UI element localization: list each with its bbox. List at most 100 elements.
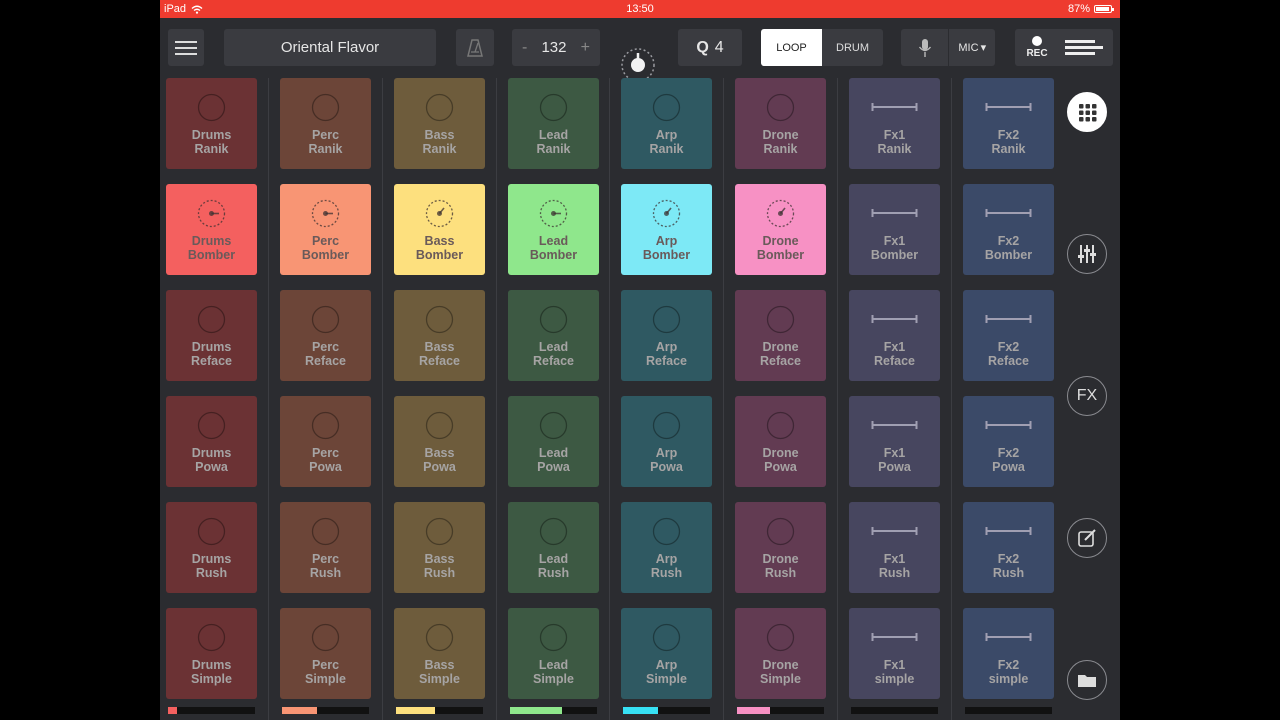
pad-bass-simple[interactable]: Bass Simple xyxy=(394,608,485,699)
pad-label: Drone Rush xyxy=(762,552,799,580)
pad-perc-simple[interactable]: Perc Simple xyxy=(280,608,371,699)
pad-lead-simple[interactable]: Lead Simple xyxy=(508,608,599,699)
pad-label: Bass Reface xyxy=(419,340,460,368)
fx-slider-icon xyxy=(871,527,918,535)
pad-arp-powa[interactable]: Arp Powa xyxy=(621,396,712,487)
pad-bass-powa[interactable]: Bass Powa xyxy=(394,396,485,487)
pad-label: Perc Ranik xyxy=(308,128,343,156)
pad-arp-reface[interactable]: Arp Reface xyxy=(621,290,712,381)
pad-fx1-rush[interactable]: Fx1 Rush xyxy=(849,502,940,593)
pad-fx2-reface[interactable]: Fx2 Reface xyxy=(963,290,1054,381)
metronome-button[interactable] xyxy=(456,29,494,66)
pad-perc-ranik[interactable]: Perc Ranik xyxy=(280,78,371,169)
tempo-value[interactable]: 132 xyxy=(541,39,566,56)
pad-drums-rush[interactable]: Drums Rush xyxy=(166,502,257,593)
pad-label: Arp Ranik xyxy=(649,128,684,156)
pad-label: Arp Powa xyxy=(650,446,683,474)
pad-drone-powa[interactable]: Drone Powa xyxy=(735,396,826,487)
pad-lead-ranik[interactable]: Lead Ranik xyxy=(508,78,599,169)
loop-mode-button[interactable]: LOOP xyxy=(761,29,822,66)
chevron-down-icon: ▾ xyxy=(980,42,987,54)
pad-fx1-bomber[interactable]: Fx1 Bomber xyxy=(849,184,940,275)
pad-bass-reface[interactable]: Bass Reface xyxy=(394,290,485,381)
loop-progress-icon xyxy=(311,93,340,122)
column-separator xyxy=(723,78,724,720)
pad-label: Fx1 simple xyxy=(874,658,915,686)
pad-lead-reface[interactable]: Lead Reface xyxy=(508,290,599,381)
pad-arp-rush[interactable]: Arp Rush xyxy=(621,502,712,593)
project-title[interactable]: Oriental Flavor xyxy=(224,29,436,66)
drum-mode-button[interactable]: DRUM xyxy=(822,29,883,66)
pad-bass-bomber[interactable]: Bass Bomber xyxy=(394,184,485,275)
pad-label: Fx2 Powa xyxy=(992,446,1025,474)
pad-drums-ranik[interactable]: Drums Ranik xyxy=(166,78,257,169)
pad-drone-reface[interactable]: Drone Reface xyxy=(735,290,826,381)
record-button[interactable]: REC xyxy=(1015,29,1059,66)
microphone-button[interactable] xyxy=(901,29,950,66)
loop-progress-icon xyxy=(539,517,568,546)
pad-arp-ranik[interactable]: Arp Ranik xyxy=(621,78,712,169)
level-meter-fx1 xyxy=(851,707,938,714)
pad-fx1-reface[interactable]: Fx1 Reface xyxy=(849,290,940,381)
pad-drone-simple[interactable]: Drone Simple xyxy=(735,608,826,699)
quantize-button[interactable]: Q4 xyxy=(678,29,742,66)
pad-lead-powa[interactable]: Lead Powa xyxy=(508,396,599,487)
pad-perc-powa[interactable]: Perc Powa xyxy=(280,396,371,487)
pad-bass-rush[interactable]: Bass Rush xyxy=(394,502,485,593)
level-meter-lead xyxy=(510,707,597,714)
loop-progress-icon xyxy=(652,305,681,334)
pad-arp-bomber[interactable]: Arp Bomber xyxy=(621,184,712,275)
pad-label: Lead Ranik xyxy=(536,128,571,156)
pad-perc-rush[interactable]: Perc Rush xyxy=(280,502,371,593)
app-screen: iPad 13:50 87% Oriental Flavor - 132 + Q… xyxy=(160,0,1120,720)
pad-arp-simple[interactable]: Arp Simple xyxy=(621,608,712,699)
pad-drums-simple[interactable]: Drums Simple xyxy=(166,608,257,699)
pad-fx1-powa[interactable]: Fx1 Powa xyxy=(849,396,940,487)
pad-grid: Drums Ranik Perc Ranik Bass Ranik Lead Rani… xyxy=(160,78,1060,720)
pad-drone-bomber[interactable]: Drone Bomber xyxy=(735,184,826,275)
pad-fx1-ranik[interactable]: Fx1 Ranik xyxy=(849,78,940,169)
fx-button[interactable]: FX xyxy=(1067,376,1107,416)
mixer-button[interactable] xyxy=(1067,234,1107,274)
pad-drone-ranik[interactable]: Drone Ranik xyxy=(735,78,826,169)
pad-label: Bass Bomber xyxy=(415,234,464,262)
pad-drums-powa[interactable]: Drums Powa xyxy=(166,396,257,487)
fx-slider-icon xyxy=(985,633,1032,641)
loop-progress-icon xyxy=(425,517,454,546)
pad-fx2-simple[interactable]: Fx2 simple xyxy=(963,608,1054,699)
pad-label: Fx1 Rush xyxy=(878,552,911,580)
pad-lead-bomber[interactable]: Lead Bomber xyxy=(508,184,599,275)
input-source-dropdown[interactable]: MIC ▾ xyxy=(949,41,995,55)
pad-perc-bomber[interactable]: Perc Bomber xyxy=(280,184,371,275)
pad-fx1-simple[interactable]: Fx1 simple xyxy=(849,608,940,699)
pad-label: Lead Reface xyxy=(533,340,574,368)
pad-label: Drums Simple xyxy=(191,658,232,686)
pad-fx2-bomber[interactable]: Fx2 Bomber xyxy=(963,184,1054,275)
loop-progress-icon xyxy=(197,305,226,334)
loop-progress-icon xyxy=(766,305,795,334)
pad-drone-rush[interactable]: Drone Rush xyxy=(735,502,826,593)
pad-fx2-ranik[interactable]: Fx2 Ranik xyxy=(963,78,1054,169)
fx-slider-icon xyxy=(871,315,918,323)
pad-label: Arp Simple xyxy=(646,658,687,686)
loop-progress-icon xyxy=(197,517,226,546)
level-meter-bass xyxy=(396,707,483,714)
menu-button[interactable] xyxy=(168,29,204,66)
pad-drums-reface[interactable]: Drums Reface xyxy=(166,290,257,381)
pad-fx2-powa[interactable]: Fx2 Powa xyxy=(963,396,1054,487)
pad-label: Perc Powa xyxy=(309,446,342,474)
pad-fx2-rush[interactable]: Fx2 Rush xyxy=(963,502,1054,593)
pad-lead-rush[interactable]: Lead Rush xyxy=(508,502,599,593)
pad-label: Fx1 Powa xyxy=(878,446,911,474)
tempo-increase-button[interactable]: + xyxy=(581,39,590,57)
mixer-icon xyxy=(1078,245,1096,263)
pad-drums-bomber[interactable]: Drums Bomber xyxy=(166,184,257,275)
pad-label: Fx1 Ranik xyxy=(877,128,912,156)
pad-bass-ranik[interactable]: Bass Ranik xyxy=(394,78,485,169)
folder-button[interactable] xyxy=(1067,660,1107,700)
edit-button[interactable] xyxy=(1067,518,1107,558)
tempo-decrease-button[interactable]: - xyxy=(522,39,527,57)
pad-perc-reface[interactable]: Perc Reface xyxy=(280,290,371,381)
metronome-icon xyxy=(467,38,483,57)
grid-view-button[interactable] xyxy=(1067,92,1107,132)
